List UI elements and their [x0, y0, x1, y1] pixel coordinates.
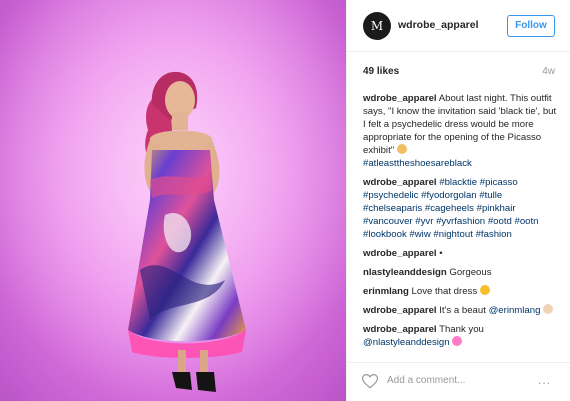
- caption: wdrobe_apparel About last night. This ou…: [363, 92, 561, 170]
- hashtag[interactable]: #pinkhair: [477, 203, 516, 214]
- hashtag[interactable]: #blacktie: [439, 177, 477, 188]
- post-stats: 49 likes 4w: [363, 66, 555, 80]
- comment-list: wdrobe_apparel About last night. This ou…: [363, 92, 561, 355]
- hashtag[interactable]: #tulle: [479, 190, 502, 201]
- comment-text: Gorgeous: [449, 267, 492, 278]
- heart-eyes-emoji-icon: [479, 285, 490, 295]
- author-username[interactable]: wdrobe_apparel: [398, 19, 479, 31]
- sparkling-heart-emoji-icon: [452, 336, 463, 346]
- comment: wdrobe_apparel •: [363, 247, 561, 260]
- comment-mention[interactable]: @erinmlang: [489, 305, 541, 316]
- comment-username[interactable]: wdrobe_apparel: [363, 324, 437, 335]
- follow-button[interactable]: Follow: [507, 15, 555, 37]
- comment-text: Love that dress: [411, 286, 478, 297]
- hashtag[interactable]: #picasso: [480, 177, 518, 188]
- caption-hashtag[interactable]: #atleasttheshoesareblack: [363, 158, 472, 169]
- hashtag[interactable]: #nightout: [433, 229, 472, 240]
- instagram-post: M wdrobe_apparel Follow 49 likes 4w wdro…: [0, 0, 570, 401]
- post-photo[interactable]: [0, 0, 346, 401]
- hashtag[interactable]: #chelseaparis: [363, 203, 422, 214]
- hashtag[interactable]: #wiw: [409, 229, 430, 240]
- hashtag[interactable]: #psychedelic: [363, 190, 418, 201]
- comment-username[interactable]: wdrobe_apparel: [363, 305, 437, 316]
- comment-text: Thank you: [439, 324, 484, 335]
- add-comment-input[interactable]: Add a comment...: [387, 375, 465, 386]
- hashtag[interactable]: #vancouver: [363, 216, 413, 227]
- avatar[interactable]: M: [363, 12, 391, 40]
- ellipsis-icon[interactable]: ...: [538, 373, 551, 387]
- woman-in-psychedelic-dress-illustration: [0, 0, 346, 401]
- comment: erinmlang Love that dress: [363, 285, 561, 298]
- comment-bar: Add a comment... ...: [347, 362, 570, 401]
- caption-username[interactable]: wdrobe_apparel: [363, 93, 437, 104]
- hashtag[interactable]: #yvrfashion: [436, 216, 485, 227]
- hashtag[interactable]: #lookbook: [363, 229, 407, 240]
- post-sidebar: M wdrobe_apparel Follow 49 likes 4w wdro…: [346, 0, 570, 401]
- comment-username[interactable]: nlastyleanddesign: [363, 267, 447, 278]
- ok-hand-emoji-icon: [543, 304, 554, 314]
- comment-username[interactable]: erinmlang: [363, 286, 409, 297]
- heart-outline-icon[interactable]: [361, 372, 379, 390]
- hashtag[interactable]: #ootn: [515, 216, 539, 227]
- hashtag[interactable]: #ootd: [488, 216, 512, 227]
- comment-text: It's a beaut: [439, 305, 489, 316]
- woman-tipping-hand-emoji-icon: [396, 144, 407, 154]
- comment: wdrobe_apparel Thank you @nlastyleanddes…: [363, 323, 561, 349]
- comment-mention[interactable]: @nlastyleanddesign: [363, 337, 450, 348]
- comment: nlastyleanddesign Gorgeous: [363, 266, 561, 279]
- comment-text: •: [439, 248, 443, 259]
- hashtag-comment: wdrobe_apparel #blacktie #picasso #psych…: [363, 176, 561, 241]
- hashtag[interactable]: #fyodorgolan: [421, 190, 476, 201]
- post-header: M wdrobe_apparel Follow: [347, 0, 570, 52]
- hashtag[interactable]: #fashion: [476, 229, 512, 240]
- post-time[interactable]: 4w: [542, 66, 555, 77]
- likes-count[interactable]: 49 likes: [363, 66, 399, 77]
- hashtag-comment-username[interactable]: wdrobe_apparel: [363, 177, 437, 188]
- comment-username[interactable]: wdrobe_apparel: [363, 248, 437, 259]
- hashtag[interactable]: #cageheels: [425, 203, 474, 214]
- comment: wdrobe_apparel It's a beaut @erinmlang: [363, 304, 561, 317]
- hashtag[interactable]: #yvr: [415, 216, 433, 227]
